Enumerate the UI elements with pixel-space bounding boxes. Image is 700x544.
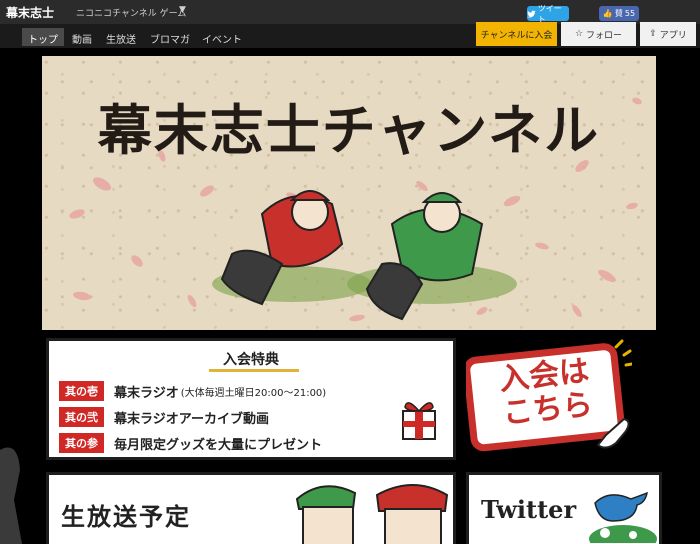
- perk-text: 幕末ラジオアーカイブ動画: [114, 411, 269, 427]
- perk-item: 其の壱 幕末ラジオ (大体毎週土曜日20:00～21:00): [59, 381, 326, 401]
- facebook-like-button[interactable]: 👍 賛 55: [599, 6, 639, 21]
- share-icon: ⇪: [649, 29, 657, 39]
- twitter-title: Twitter: [481, 495, 577, 524]
- join-here-badge[interactable]: 入会は こちら: [463, 339, 634, 455]
- tab-top[interactable]: トップ: [22, 28, 64, 46]
- perks-title: 入会特典: [223, 352, 279, 368]
- perk-text: 幕末ラジオ: [114, 385, 179, 401]
- perk-tag: 其の弐: [59, 407, 104, 427]
- gift-box-icon: [402, 402, 436, 440]
- live-schedule-title: 生放送予定: [61, 502, 191, 531]
- follow-button[interactable]: ☆ フォロー: [561, 22, 636, 46]
- channel-name[interactable]: 幕末志士: [6, 4, 54, 21]
- app-label: アプリ: [659, 30, 687, 41]
- tab-videos[interactable]: 動画: [66, 28, 98, 46]
- thumbs-up-icon: 👍: [602, 9, 613, 18]
- join-channel-button[interactable]: チャンネルに入会: [476, 22, 557, 46]
- bluebird-icon: [589, 491, 657, 543]
- app-button[interactable]: ⇪ アプリ: [640, 22, 696, 46]
- twitter-bird-icon: [527, 10, 536, 18]
- perk-item: 其の参 毎月限定グッズを大量にプレゼント: [59, 433, 322, 453]
- perk-tag: 其の参: [59, 433, 104, 453]
- tweet-button[interactable]: ツイート: [527, 4, 569, 24]
- banner-title: 幕末志士チャンネル: [97, 98, 601, 162]
- channel-category[interactable]: ニコニコチャンネル ゲーム: [76, 6, 186, 19]
- characters-illustration: [212, 190, 517, 321]
- star-icon: ☆: [574, 29, 584, 39]
- perk-tag: 其の壱: [59, 381, 104, 401]
- live-schedule-panel[interactable]: 生放送予定: [46, 472, 456, 544]
- tab-live[interactable]: 生放送: [100, 28, 142, 46]
- hero-banner: 幕末志士チャンネル: [42, 56, 656, 334]
- perk-item: 其の弐 幕末ラジオアーカイブ動画: [59, 407, 269, 427]
- characters-peeking-illustration: [295, 484, 449, 544]
- follow-label: フォロー: [586, 30, 623, 41]
- tab-blomaga[interactable]: ブロマガ: [144, 28, 196, 46]
- tab-events[interactable]: イベント: [196, 28, 248, 46]
- membership-perks-panel[interactable]: 入会特典 其の壱 幕末ラジオ (大体毎週土曜日20:00～21:00) 其の弐 …: [46, 338, 456, 460]
- like-label: 賛: [614, 9, 623, 18]
- like-count: 55: [624, 9, 636, 18]
- perk-text: 毎月限定グッズを大量にプレゼント: [114, 437, 323, 453]
- chevron-down-icon[interactable]: ▼: [179, 5, 186, 15]
- perk-note: (大体毎週土曜日20:00～21:00): [180, 387, 327, 399]
- background-silhouette: [0, 447, 22, 544]
- top-bar: 幕末志士 ニコニコチャンネル ゲーム ▼ ツイート 👍 賛 55: [0, 0, 700, 24]
- perks-title-underline: [209, 369, 299, 372]
- twitter-panel[interactable]: Twitter: [466, 472, 662, 544]
